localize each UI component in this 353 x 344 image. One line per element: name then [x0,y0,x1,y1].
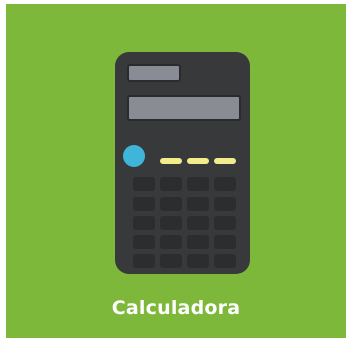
calculator-small-display [127,64,181,82]
calculator-keypad-key [214,235,236,249]
calculator-keypad-key [187,216,209,230]
calculator-keypad-key [187,197,209,211]
calculator-keypad-key [133,197,155,211]
calculator-icon [115,52,250,274]
calculator-main-display [127,95,241,121]
calculator-keypad-key [133,254,155,268]
calculator-keypad-key [214,177,236,191]
app-tile-calculadora[interactable]: Calculadora [6,4,346,338]
calculator-keypad-key [160,254,182,268]
calculator-keypad-key [160,197,182,211]
app-label: Calculadora [111,297,241,319]
calculator-keypad-key [214,254,236,268]
calculator-keypad-key [187,235,209,249]
calculator-keypad-key [187,177,209,191]
calculator-round-key [123,145,145,167]
calculator-keypad-key [133,216,155,230]
calculator-keypad-key [160,235,182,249]
calculator-keypad-key [160,216,182,230]
calculator-function-key [214,158,236,164]
calculator-keypad-key [187,254,209,268]
calculator-function-key [187,158,209,164]
calculator-keypad-key [133,177,155,191]
calculator-keypad-key [214,197,236,211]
calculator-keypad-key [133,235,155,249]
calculator-keypad-key [160,177,182,191]
calculator-keypad-key [214,216,236,230]
calculator-function-key [160,158,182,164]
